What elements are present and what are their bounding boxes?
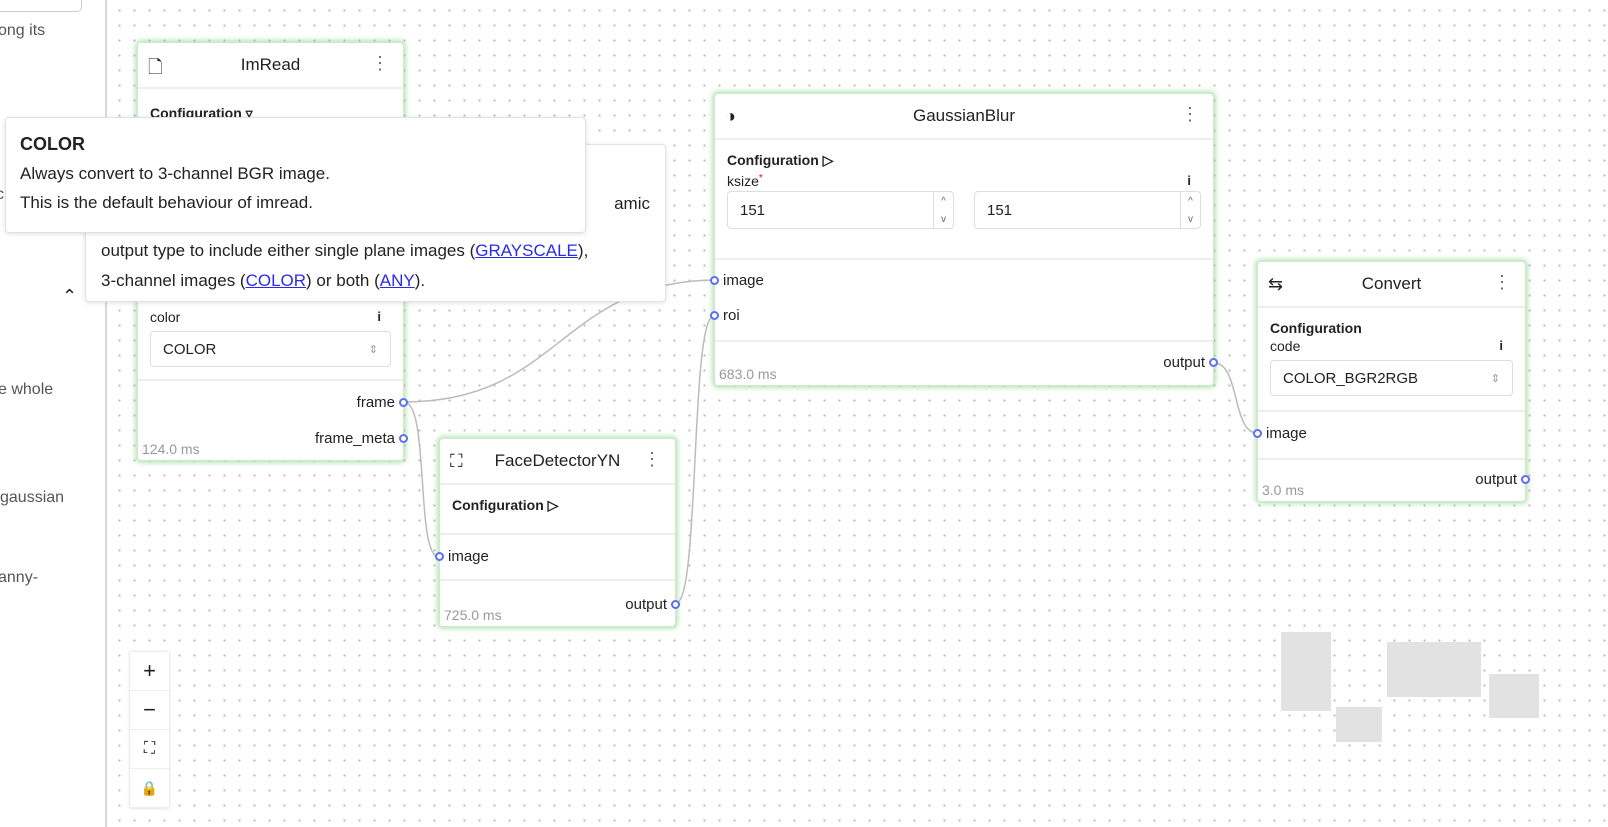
face-scan-icon: ⛶ xyxy=(450,451,463,471)
tooltip-text: This is the default behaviour of imread. xyxy=(20,193,313,212)
output[interactable]: output xyxy=(625,596,680,613)
contrast-icon: ◑ xyxy=(725,106,736,126)
more-menu-icon[interactable]: ⋮ xyxy=(1493,272,1511,293)
node-facedetectoryn[interactable]: ⛶ FaceDetectorYN ⋮ Configuration ▷ image o… xyxy=(435,438,680,627)
ksize-label: ksize* xyxy=(727,173,763,189)
configuration-toggle[interactable]: Configuration ▷ xyxy=(727,152,1201,169)
tooltip-text: amic xyxy=(614,194,650,213)
file-icon: 🗋 xyxy=(148,57,163,77)
zoom-in-button[interactable]: + xyxy=(130,652,169,691)
info-icon[interactable]: i xyxy=(1187,173,1191,189)
sidebar-text: ong its xyxy=(0,22,46,39)
more-menu-icon[interactable]: ⋮ xyxy=(1181,104,1199,125)
input-image[interactable]: image xyxy=(435,548,489,565)
output[interactable]: output xyxy=(1475,471,1530,488)
minimap-node xyxy=(1387,642,1481,697)
node-title: ImRead xyxy=(240,55,301,74)
chevron-up-icon[interactable]: ⌃ xyxy=(62,286,77,307)
more-menu-icon[interactable]: ⋮ xyxy=(371,53,389,74)
code-label: code xyxy=(1270,338,1301,354)
select-arrows-icon: ⇕ xyxy=(1490,372,1500,385)
sidebar-text: c xyxy=(0,186,4,204)
exec-time: 124.0 ms xyxy=(142,441,200,457)
fit-view-button[interactable]: ⛶ xyxy=(130,730,169,769)
exec-time: 3.0 ms xyxy=(1262,482,1305,498)
color-select[interactable]: COLOR ⇕ xyxy=(150,331,391,367)
node-title: FaceDetectorYN xyxy=(494,451,621,470)
input-image[interactable]: image xyxy=(710,272,764,289)
tooltip-text: output type to include either single pla… xyxy=(101,241,589,260)
exec-time: 725.0 ms xyxy=(444,607,502,623)
color-label: color xyxy=(150,309,181,325)
code-select[interactable]: COLOR_BGR2RGB ⇕ xyxy=(1270,360,1513,396)
sidebar-search-input[interactable] xyxy=(0,0,82,12)
input-image[interactable]: image xyxy=(1253,425,1307,442)
lock-button[interactable]: 🔒 xyxy=(130,769,169,808)
color-tooltip: COLOR Always convert to 3-channel BGR im… xyxy=(5,117,586,233)
output[interactable]: output xyxy=(1163,354,1218,371)
grayscale-link[interactable]: GRAYSCALE xyxy=(475,241,578,260)
select-arrows-icon: ⇕ xyxy=(368,343,378,356)
node-gaussianblur[interactable]: ◑ GaussianBlur ⋮ Configuration ▷ ksize* i 1… xyxy=(710,93,1218,386)
configuration-toggle[interactable]: Configuration ▷ xyxy=(452,497,663,514)
minimap-node xyxy=(1489,674,1539,718)
ksize-height-input[interactable]: 151 ^ v xyxy=(974,191,1201,229)
sidebar-text: e whole xyxy=(0,381,54,398)
input-roi[interactable]: roi xyxy=(710,307,740,324)
color-link[interactable]: COLOR xyxy=(246,271,306,290)
convert-icon: ⇆ xyxy=(1268,274,1284,294)
ksize-width-input[interactable]: 151 ^ v xyxy=(727,191,954,229)
tooltip-text: 3-channel images (COLOR) or both (ANY). xyxy=(101,271,426,290)
any-link[interactable]: ANY xyxy=(380,271,415,290)
configuration-label: Configuration xyxy=(1270,320,1362,336)
sidebar-text: gaussian xyxy=(0,489,65,506)
tooltip-title: COLOR xyxy=(20,134,85,154)
more-menu-icon[interactable]: ⋮ xyxy=(643,449,661,470)
node-title: GaussianBlur xyxy=(912,106,1016,125)
canvas-controls: + − ⛶ 🔒 xyxy=(130,652,169,808)
minimap-node xyxy=(1281,632,1331,711)
info-icon[interactable]: i xyxy=(1499,338,1503,354)
output-frame-meta[interactable]: frame_meta xyxy=(315,430,408,447)
zoom-out-button[interactable]: − xyxy=(130,691,169,730)
sidebar-text: anny- xyxy=(0,569,39,586)
node-title: Convert xyxy=(1361,274,1422,293)
tooltip-text: Always convert to 3-channel BGR image. xyxy=(20,164,330,183)
minimap-node xyxy=(1336,707,1382,742)
output-frame[interactable]: frame xyxy=(357,394,408,411)
info-icon[interactable]: i xyxy=(377,309,381,325)
exec-time: 683.0 ms xyxy=(719,366,777,382)
node-convert[interactable]: ⇆ Convert ⋮ Configuration code i COLOR_BGR2… xyxy=(1253,261,1530,502)
